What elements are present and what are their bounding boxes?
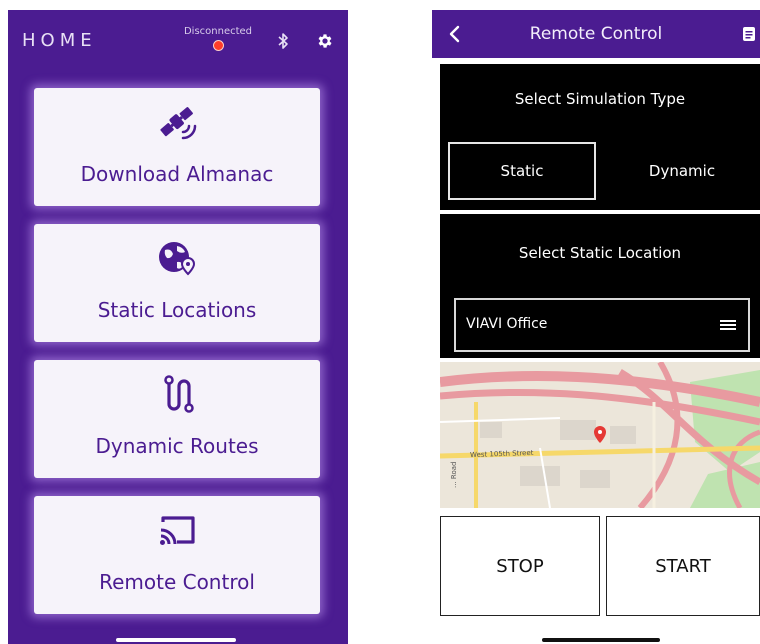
bluetooth-icon[interactable] [276, 32, 290, 50]
dynamic-routes-card[interactable]: Dynamic Routes [34, 360, 320, 478]
dynamic-option[interactable]: Dynamic [608, 142, 756, 200]
status-dot-icon [212, 40, 224, 51]
card-label: Remote Control [99, 570, 255, 594]
stop-button-label: STOP [496, 555, 544, 577]
static-locations-card[interactable]: Static Locations [34, 224, 320, 342]
globe-pin-icon [159, 242, 196, 276]
start-button-label: START [655, 555, 711, 577]
location-select-value: VIAVI Office [466, 316, 548, 332]
location-select[interactable]: VIAVI Office [454, 298, 750, 352]
cast-icon [160, 516, 195, 545]
route-icon [164, 375, 194, 413]
satellite-icon [160, 107, 197, 140]
start-button[interactable]: START [606, 516, 760, 616]
connection-status: Disconnected [176, 26, 260, 51]
connection-status-text: Disconnected [183, 26, 253, 37]
home-indicator [542, 638, 660, 642]
dynamic-option-label: Dynamic [648, 162, 716, 180]
stop-button[interactable]: STOP [440, 516, 600, 616]
menu-icon [720, 320, 736, 330]
home-indicator [116, 638, 236, 642]
street-label-vertical: ... Road [450, 461, 458, 488]
static-location-label: Select Static Location [518, 244, 682, 262]
document-icon[interactable] [742, 26, 756, 42]
static-location-panel: Select Static Location VIAVI Office [440, 214, 760, 358]
remote-control-card[interactable]: Remote Control [34, 496, 320, 614]
static-option[interactable]: Static [448, 142, 596, 200]
page-title: Remote Control [529, 24, 663, 44]
card-label: Dynamic Routes [95, 434, 259, 458]
chevron-left-icon[interactable] [448, 24, 462, 44]
card-label: Download Almanac [80, 162, 274, 186]
home-header: HOME Disconnected [8, 10, 348, 80]
simulation-type-panel: Select Simulation Type Static Dynamic [440, 64, 760, 210]
card-label: Static Locations [97, 298, 257, 322]
map-roads [440, 362, 760, 508]
map-view[interactable]: West 105th Street ... Road [440, 362, 760, 508]
static-option-label: Static [500, 162, 544, 180]
download-almanac-card[interactable]: Download Almanac [34, 88, 320, 206]
home-screen: HOME Disconnected Download Almanac Stati… [8, 10, 348, 644]
page-title: HOME [22, 30, 97, 51]
nav-bar: Remote Control [432, 10, 760, 58]
gear-icon[interactable] [316, 32, 334, 50]
remote-control-screen: Remote Control Select Simulation Type St… [432, 10, 760, 644]
simulation-type-label: Select Simulation Type [514, 90, 686, 108]
